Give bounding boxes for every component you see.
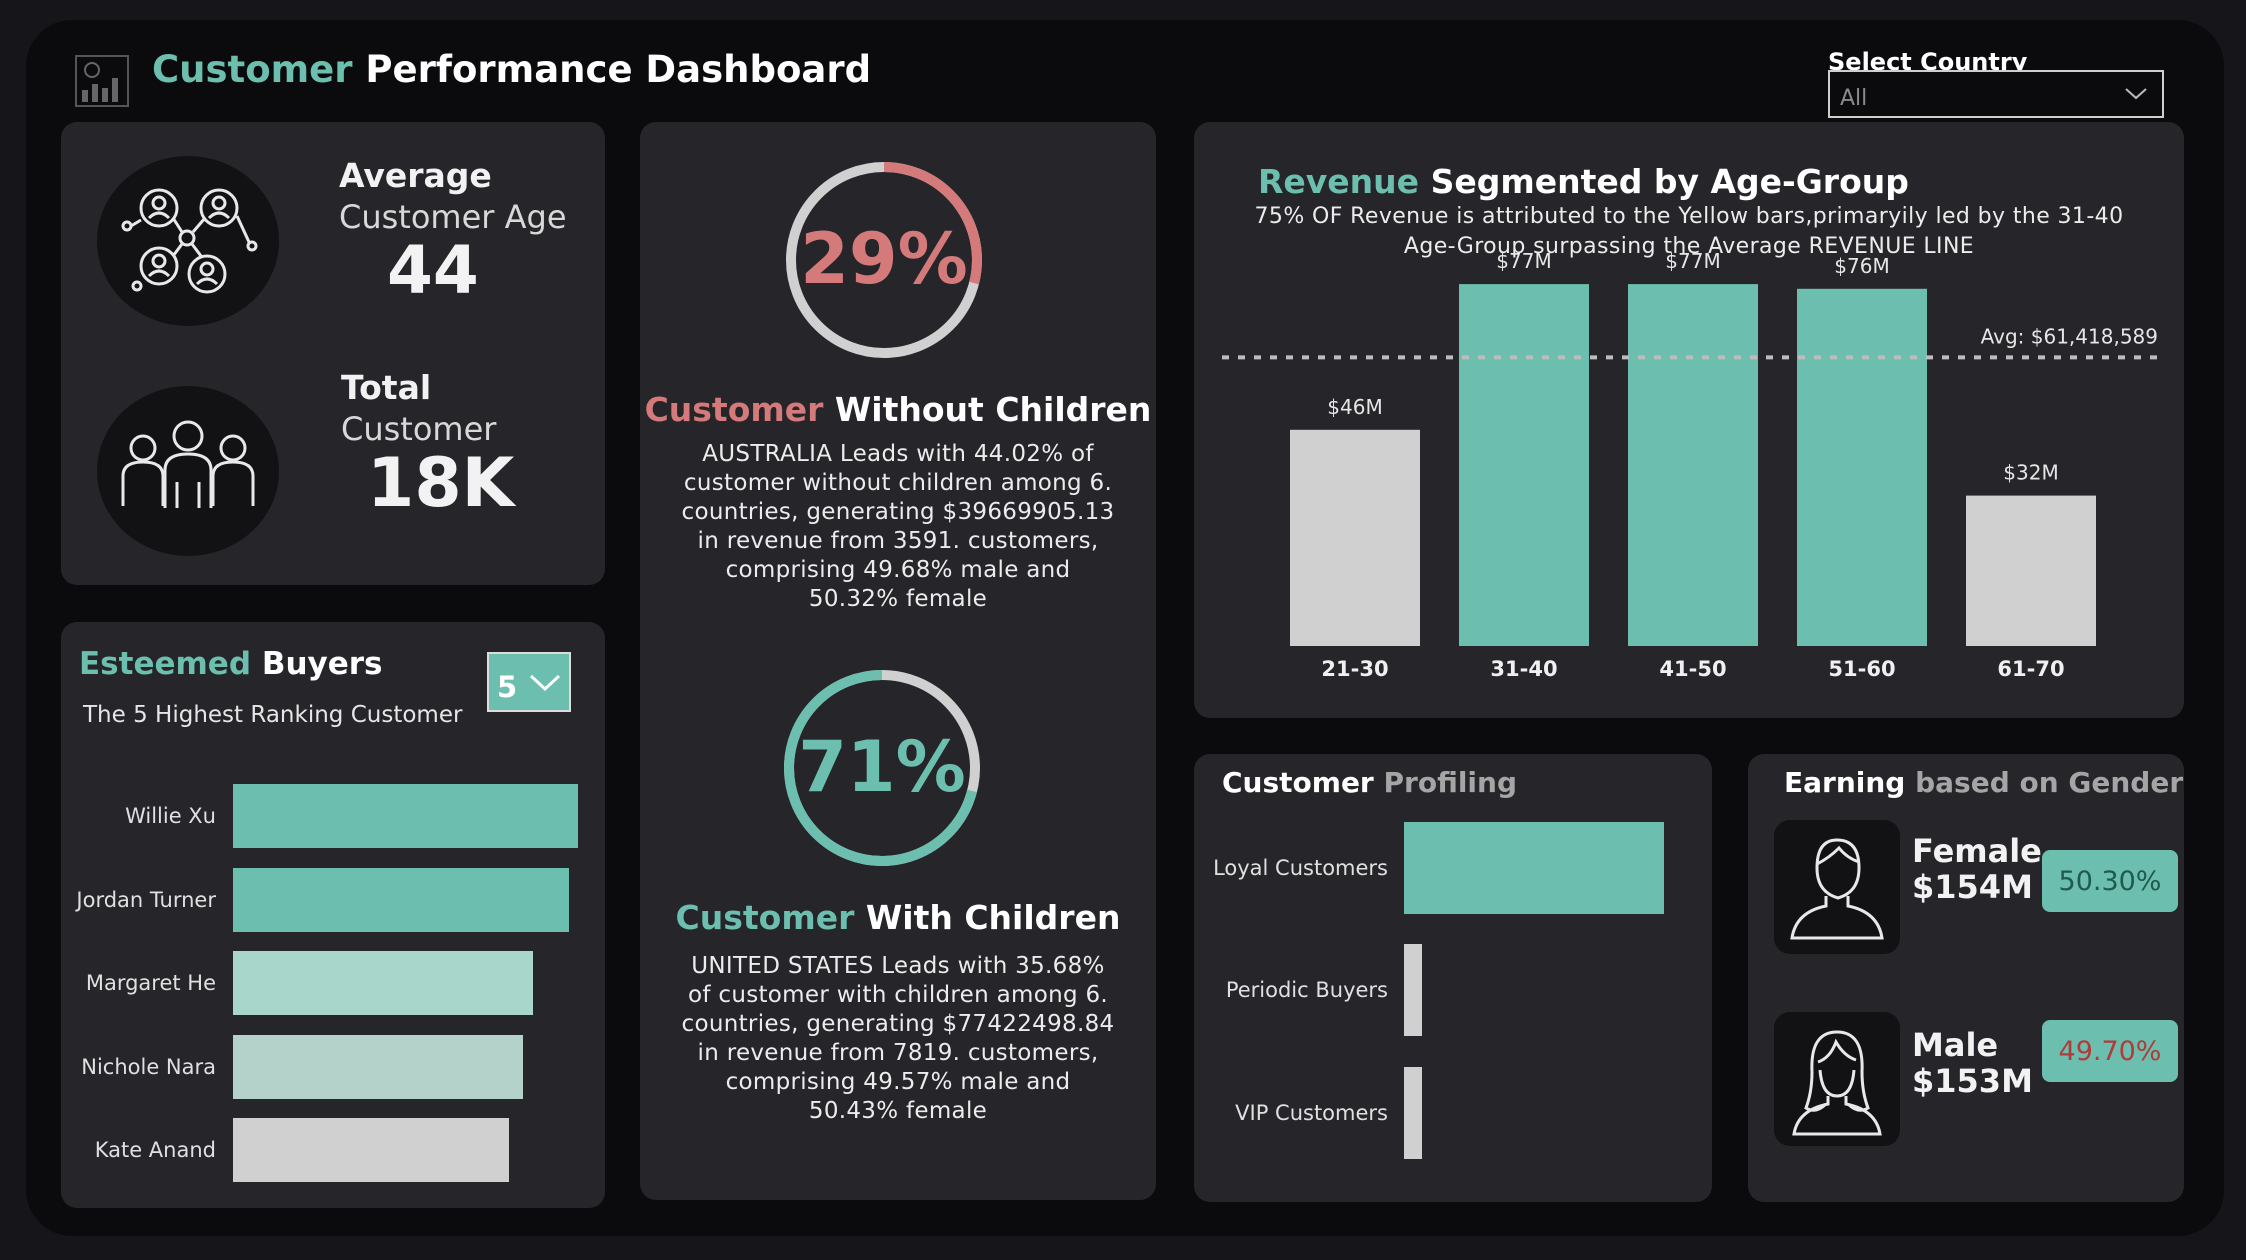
buyer-name: Margaret He xyxy=(85,971,216,995)
female-earning: $154M xyxy=(1912,868,2033,906)
profiling-title-main: Customer xyxy=(1222,766,1374,799)
without-children-description: AUSTRALIA Leads with 44.02% of customer … xyxy=(681,441,1115,612)
with-children-title-accent: Customer xyxy=(675,898,855,937)
female-percent-badge: 50.30% xyxy=(2042,850,2178,912)
buyer-name: Jordan Turner xyxy=(76,887,216,912)
without-children-percent: 29% xyxy=(800,218,968,300)
profiling-segment-label: Periodic Buyers xyxy=(1225,978,1388,1002)
revenue-data-label: $76M xyxy=(1834,254,1889,278)
with-children-ring: 71% xyxy=(782,668,982,868)
avg-age-title: Average xyxy=(339,156,492,195)
top-n-select[interactable]: 5 xyxy=(487,652,571,712)
network-people-icon xyxy=(97,156,279,326)
esteemed-subtitle: The 5 Highest Ranking Customer xyxy=(83,702,463,728)
without-children-ring: 29% xyxy=(784,160,984,360)
profiling-bar[interactable] xyxy=(1404,944,1423,1036)
revenue-bar-chart: $46M 21-30 $77M 31-40 $77M 41-50 $76M 51-60 $32M… xyxy=(1222,249,2162,681)
male-percent-badge: 49.70% xyxy=(2042,1020,2178,1082)
buyer-bar[interactable] xyxy=(233,1034,523,1099)
page-title-accent: Customer xyxy=(152,48,353,91)
male-avatar-icon xyxy=(1774,820,1900,954)
with-children-title: Customer With Children xyxy=(640,898,1156,937)
revenue-bar[interactable] xyxy=(1966,495,2096,646)
male-percent: 49.70% xyxy=(2058,1035,2162,1067)
top-n-value: 5 xyxy=(497,670,518,704)
customer-profiling-card: Customer Profiling Loyal Customers Period… xyxy=(1194,754,1712,1202)
revenue-bar[interactable] xyxy=(1628,284,1758,646)
children-card: 29% Customer Without Children AUSTRALIA … xyxy=(640,122,1156,1200)
average-revenue-label: Avg: $61,418,589 xyxy=(1981,324,2158,348)
revenue-data-label: $77M xyxy=(1665,249,1720,273)
profiling-title-sub: Profiling xyxy=(1383,766,1518,799)
buyer-name: Nichole Nara xyxy=(81,1054,216,1079)
buyer-bar[interactable] xyxy=(233,867,570,932)
country-select[interactable]: All xyxy=(1828,70,2164,118)
male-earning: $153M xyxy=(1912,1062,2033,1100)
buyer-bar[interactable] xyxy=(233,951,534,1015)
buyer-name: Willie Xu xyxy=(125,804,216,828)
avg-age-subtitle: Customer Age xyxy=(339,198,567,236)
without-children-title-accent: Customer xyxy=(644,390,824,429)
revenue-category-label: 51-60 xyxy=(1828,657,1895,681)
revenue-category-label: 21-30 xyxy=(1321,657,1388,681)
without-children-title: Customer Without Children xyxy=(640,390,1156,429)
esteemed-title-accent: Esteemed xyxy=(79,646,252,682)
revenue-chart-card: Revenue Segmented by Age-Group 75% OF Re… xyxy=(1194,122,2184,718)
female-label: Female xyxy=(1912,832,2042,870)
without-children-title-rest: Without Children xyxy=(834,390,1152,429)
female-avatar-icon xyxy=(1774,1012,1900,1146)
page-title-rest: Performance Dashboard xyxy=(365,48,872,91)
total-customer-value: 18K xyxy=(367,444,515,523)
avg-age-value: 44 xyxy=(387,232,479,309)
total-customer-title: Total xyxy=(341,368,432,407)
buyer-bar[interactable] xyxy=(233,1118,509,1182)
profiling-bar[interactable] xyxy=(1404,822,1664,914)
kpi-card: Average Customer Age 44 Total Customer 1… xyxy=(61,122,605,585)
profiling-segment-label: Loyal Customers xyxy=(1213,856,1388,880)
profiling-title: Customer Profiling xyxy=(1222,766,1517,799)
buyer-bar[interactable] xyxy=(233,784,578,848)
with-children-percent: 71% xyxy=(798,726,966,808)
esteemed-title-rest: Buyers xyxy=(261,646,383,682)
revenue-bar[interactable] xyxy=(1797,288,1927,646)
esteemed-buyers-card: Esteemed Buyers The 5 Highest Ranking Cu… xyxy=(61,622,605,1208)
revenue-data-label: $77M xyxy=(1496,249,1551,273)
page-title: Customer Performance Dashboard xyxy=(152,48,871,91)
male-label: Male xyxy=(1912,1026,1999,1064)
country-select-value: All xyxy=(1840,86,1868,111)
revenue-data-label: $46M xyxy=(1327,395,1382,419)
revenue-data-label: $32M xyxy=(2003,461,2058,485)
profiling-segment-label: VIP Customers xyxy=(1235,1101,1388,1125)
gender-title-main: Earning xyxy=(1784,766,1906,799)
revenue-bar[interactable] xyxy=(1290,429,1420,646)
revenue-category-label: 41-50 xyxy=(1659,657,1726,681)
esteemed-title: Esteemed Buyers xyxy=(79,646,382,682)
revenue-category-label: 61-70 xyxy=(1997,657,2064,681)
chevron-down-icon xyxy=(529,672,561,698)
gender-earning-card: Earning based on Gender Female $154M 50.… xyxy=(1748,754,2184,1202)
profiling-bar[interactable] xyxy=(1404,1067,1422,1159)
revenue-bar[interactable] xyxy=(1459,284,1589,646)
dashboard-logo-icon xyxy=(74,54,130,108)
female-percent: 50.30% xyxy=(2058,865,2162,897)
gender-title-sub: based on Gender xyxy=(1915,766,2184,799)
gender-title: Earning based on Gender xyxy=(1784,766,2183,799)
buyer-name: Kate Anand xyxy=(94,1138,216,1162)
total-customer-subtitle: Customer xyxy=(341,410,497,448)
with-children-title-rest: With Children xyxy=(865,898,1121,937)
with-children-description: UNITED STATES Leads with 35.68% of custo… xyxy=(681,953,1115,1124)
group-people-icon xyxy=(97,386,279,556)
chevron-down-icon xyxy=(2124,84,2148,108)
revenue-category-label: 31-40 xyxy=(1490,657,1557,681)
